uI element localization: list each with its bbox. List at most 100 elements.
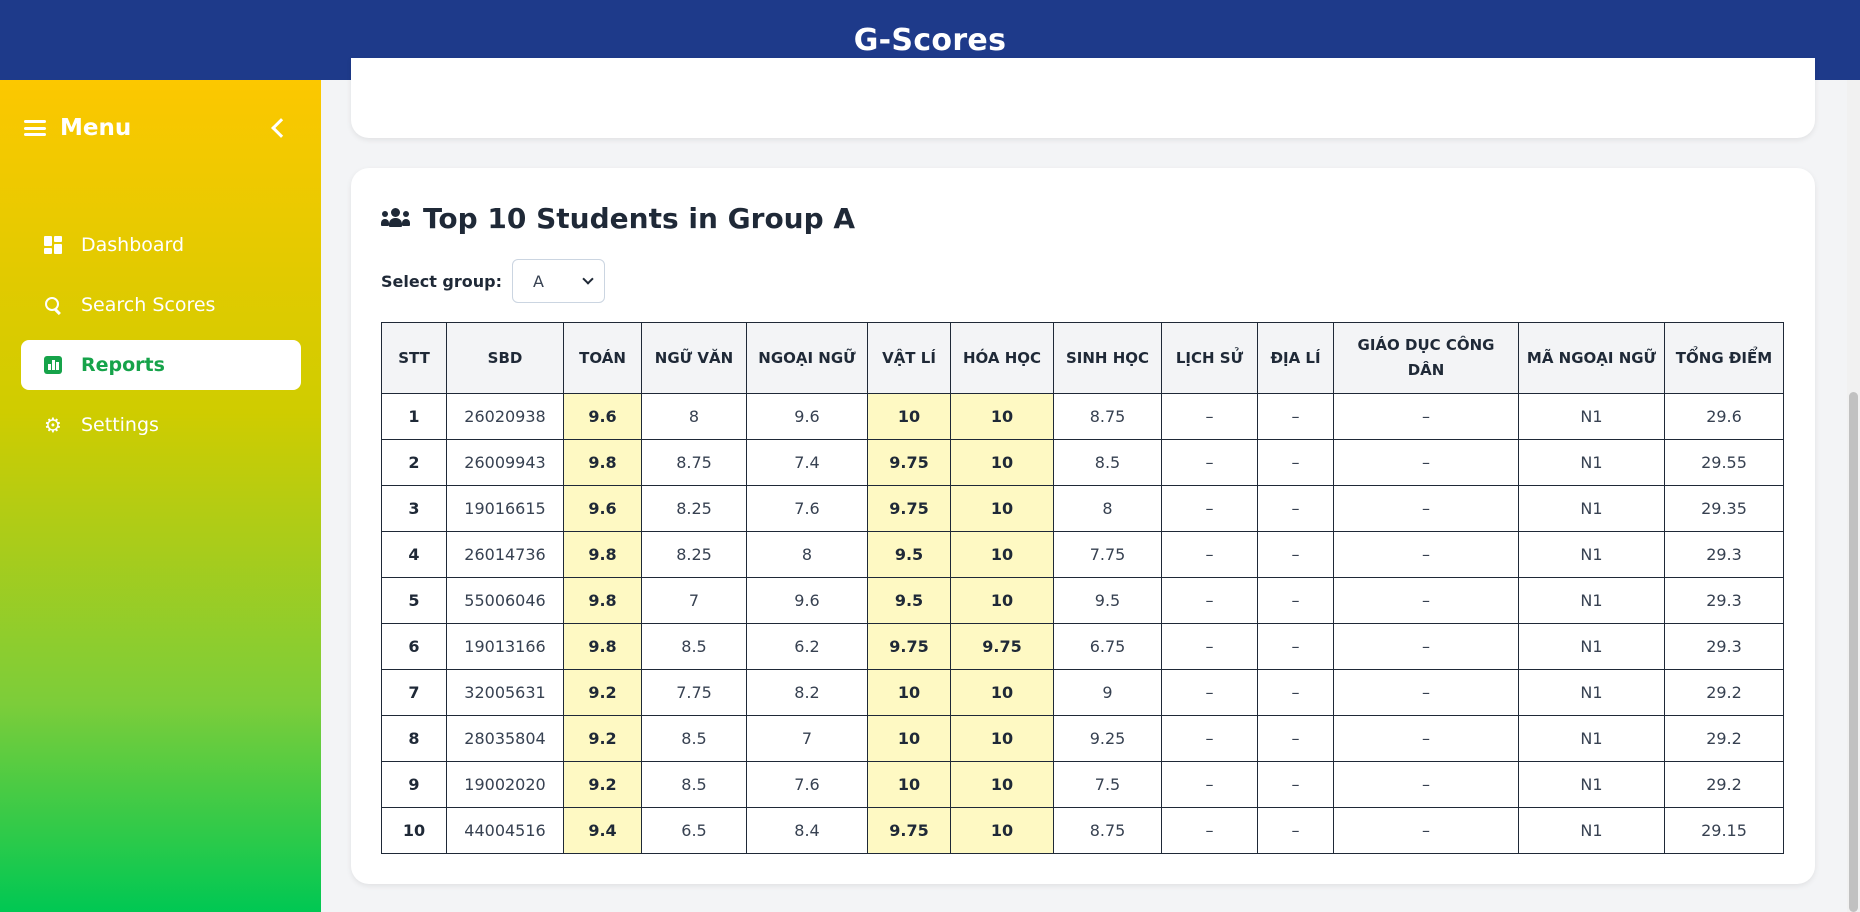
table-cell: N1 <box>1518 761 1665 808</box>
table-row: 5 55006046 9.8 7 9.6 9.5 10 9.5– – – N1 29.3 <box>381 577 1784 624</box>
table-cell: – <box>1333 761 1519 808</box>
bar-chart-icon <box>43 355 63 375</box>
table-cell: – <box>1161 715 1258 762</box>
table-cell: 29.35 <box>1664 485 1784 532</box>
table-cell: 8.5 <box>641 623 747 670</box>
group-select[interactable]: A <box>512 259 605 303</box>
table-cell: 9.6 <box>746 577 868 624</box>
table-cell: – <box>1257 577 1334 624</box>
table-cell: 9.6 <box>563 393 642 440</box>
table-cell: – <box>1161 531 1258 578</box>
table-cell: 9 <box>1053 669 1162 716</box>
table-cell: 6.75 <box>1053 623 1162 670</box>
table-cell: 10 <box>950 669 1054 716</box>
sidebar-nav: Dashboard Search Scores Reports ⚙ Settin… <box>21 220 301 460</box>
sidebar-item-search-scores[interactable]: Search Scores <box>21 280 301 330</box>
table-cell: 8 <box>746 531 868 578</box>
table-cell: 9.8 <box>563 623 642 670</box>
column-header: NGOẠI NGỮ <box>746 322 868 394</box>
table-cell: 19002020 <box>446 761 564 808</box>
table-cell: 10 <box>950 485 1054 532</box>
table-cell: – <box>1161 761 1258 808</box>
column-header: SINH HỌC <box>1053 322 1162 394</box>
users-icon <box>381 207 411 229</box>
table-cell: – <box>1333 623 1519 670</box>
table-cell: 10 <box>867 761 951 808</box>
collapse-chevron-icon[interactable] <box>267 117 289 139</box>
top-students-card: Top 10 Students in Group A Select group:… <box>351 168 1815 884</box>
table-cell: – <box>1161 393 1258 440</box>
table-cell: 10 <box>867 393 951 440</box>
table-cell: 10 <box>867 715 951 762</box>
table-row: 9 19002020 9.2 8.5 7.6 10 10 7.5– – – N1 29.2 <box>381 761 1784 808</box>
vertical-scrollbar[interactable] <box>1847 80 1860 912</box>
table-cell: 8.75 <box>1053 807 1162 854</box>
table-cell: 9.25 <box>1053 715 1162 762</box>
table-row: 6 19013166 9.8 8.5 6.2 9.75 9.75 6.75– – – N1 29.3 <box>381 623 1784 670</box>
table-cell: – <box>1333 669 1519 716</box>
table-cell: 29.6 <box>1664 393 1784 440</box>
column-header: NGỮ VĂN <box>641 322 747 394</box>
table-cell: 9.75 <box>867 439 951 486</box>
table-cell: 32005631 <box>446 669 564 716</box>
table-cell: 9.8 <box>563 577 642 624</box>
table-cell: 10 <box>950 761 1054 808</box>
table-cell: 1 <box>381 393 447 440</box>
column-header: TỔNG ĐIỂM <box>1664 322 1784 394</box>
table-row: 3 19016615 9.6 8.25 7.6 9.75 10 8– – – N1 29.35 <box>381 485 1784 532</box>
table-cell: N1 <box>1518 577 1665 624</box>
table-cell: 8.5 <box>641 761 747 808</box>
table-cell: 8.5 <box>1053 439 1162 486</box>
table-cell: N1 <box>1518 807 1665 854</box>
table-cell: 10 <box>950 715 1054 762</box>
table-cell: 19013166 <box>446 623 564 670</box>
table-cell: N1 <box>1518 715 1665 762</box>
sidebar-item-reports[interactable]: Reports <box>21 340 301 390</box>
table-cell: – <box>1257 531 1334 578</box>
sidebar: Menu Dashboard Search Scores Reports ⚙ S… <box>0 80 321 912</box>
sidebar-item-dashboard[interactable]: Dashboard <box>21 220 301 270</box>
column-header: ĐỊA LÍ <box>1257 322 1334 394</box>
table-cell: 29.55 <box>1664 439 1784 486</box>
table-cell: 6.2 <box>746 623 868 670</box>
table-cell: 9.6 <box>746 393 868 440</box>
sidebar-item-label: Search Scores <box>81 294 216 316</box>
column-header: STT <box>381 322 447 394</box>
table-cell: 7.75 <box>1053 531 1162 578</box>
table-cell: 29.15 <box>1664 807 1784 854</box>
menu-label: Menu <box>60 115 132 141</box>
table-cell: 9.5 <box>1053 577 1162 624</box>
group-selector: Select group: A <box>381 258 605 304</box>
table-cell: 8.5 <box>641 715 747 762</box>
table-cell: – <box>1333 577 1519 624</box>
table-cell: – <box>1257 669 1334 716</box>
table-cell: 29.2 <box>1664 715 1784 762</box>
table-cell: 9.2 <box>563 761 642 808</box>
gear-icon: ⚙ <box>44 413 62 437</box>
scrollbar-thumb[interactable] <box>1849 392 1858 912</box>
table-cell: 9.2 <box>563 715 642 762</box>
table-cell: 9.8 <box>563 531 642 578</box>
table-cell: 7 <box>641 577 747 624</box>
table-row: 1 26020938 9.6 8 9.6 10 10 8.75– – – N1 29.6 <box>381 393 1784 440</box>
table-cell: 29.2 <box>1664 669 1784 716</box>
table-cell: 9.8 <box>563 439 642 486</box>
table-cell: – <box>1161 577 1258 624</box>
sidebar-item-settings[interactable]: ⚙ Settings <box>21 400 301 450</box>
column-header: GIÁO DỤC CÔNG DÂN <box>1333 322 1519 394</box>
table-cell: 8.4 <box>746 807 868 854</box>
table-cell: 6 <box>381 623 447 670</box>
table-cell: 2 <box>381 439 447 486</box>
table-cell: 8.25 <box>641 531 747 578</box>
table-cell: 8.2 <box>746 669 868 716</box>
column-header: VẬT LÍ <box>867 322 951 394</box>
table-cell: 10 <box>950 531 1054 578</box>
table-cell: 9.75 <box>950 623 1054 670</box>
table-header-row: STT SBD TOÁN NGỮ VĂN NGOẠI NGỮ VẬT LÍ HÓA HỌC S… <box>381 322 1784 394</box>
hamburger-icon[interactable] <box>24 120 46 136</box>
table-cell: 26014736 <box>446 531 564 578</box>
sidebar-item-label: Settings <box>81 414 159 436</box>
sidebar-header: Menu <box>24 110 289 146</box>
table-cell: – <box>1333 393 1519 440</box>
table-cell: 9.5 <box>867 577 951 624</box>
